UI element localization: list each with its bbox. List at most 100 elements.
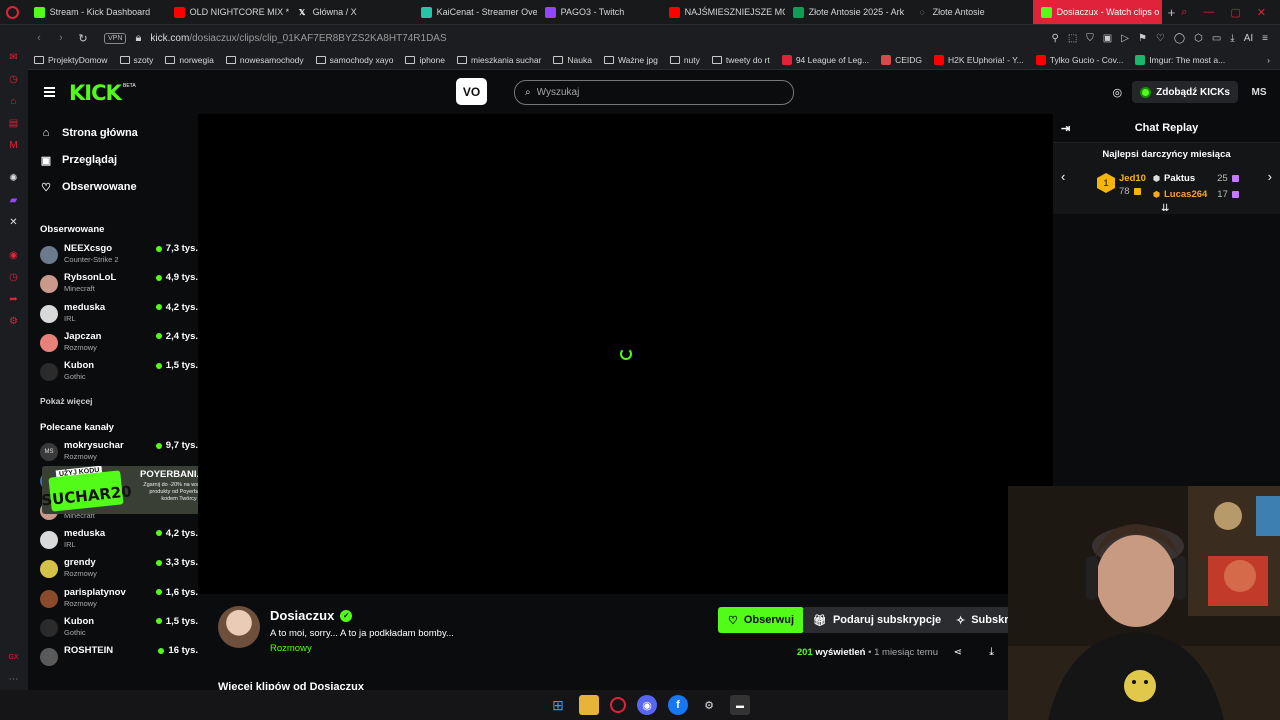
bookmark-icon[interactable]: ⚑	[1138, 33, 1147, 44]
search-input[interactable]	[536, 87, 767, 98]
donor-entry[interactable]: ⬢ Lucas264 17	[1153, 189, 1239, 200]
steam-icon[interactable]: ⚙	[699, 695, 719, 715]
channel-item[interactable]: parisplatynov Rozmowy 1,6 tys.	[40, 587, 198, 613]
image-icon[interactable]: ▣	[1103, 33, 1112, 44]
browser-tab[interactable]: Dosiaczux - Watch clips o✕	[1032, 0, 1162, 24]
heart-icon[interactable]: ♡	[1156, 33, 1165, 44]
share-icon[interactable]: ⋖	[954, 647, 962, 658]
minimize-icon[interactable]: —	[1203, 6, 1214, 19]
menu-icon[interactable]: ≡	[1262, 33, 1268, 44]
notifications-icon[interactable]: ◎	[1113, 86, 1123, 99]
gift-sub-button[interactable]: 🎁︎ Podaruj subskrypcje	[803, 607, 952, 633]
twitch-sidebar-icon[interactable]: ▰	[7, 194, 20, 207]
clock-icon[interactable]: ◷	[7, 271, 20, 284]
chat-sidebar-icon[interactable]: ▤	[7, 117, 20, 130]
nav-heart[interactable]: ♡ Obserwowane	[40, 181, 137, 194]
next-donors-icon[interactable]: ›	[1268, 169, 1272, 184]
wallet-icon[interactable]: ▭	[1212, 33, 1221, 44]
bookmark-item[interactable]: Ważne jpg	[598, 55, 664, 65]
bookmark-item[interactable]: nowesamochody	[220, 55, 310, 65]
browser-tab[interactable]: NAJŚMIESZNIEJSZE MO	[661, 0, 785, 24]
channel-item[interactable]: Japczan Rozmowy 2,4 tys.	[40, 331, 198, 357]
browser-tab[interactable]: Stream - Kick Dashboard	[26, 0, 166, 24]
reload-icon[interactable]: ↻	[72, 32, 94, 45]
opera-logo-icon[interactable]	[0, 0, 26, 24]
bookmark-item[interactable]: iphone	[399, 55, 451, 65]
bookmark-item[interactable]: nuty	[664, 55, 706, 65]
bookmark-item[interactable]: mieszkania suchar	[451, 55, 547, 65]
channel-item[interactable]: grendy Rozmowy 3,3 tys.	[40, 557, 198, 583]
hamburger-menu-icon[interactable]	[44, 87, 55, 97]
channel-item[interactable]: MS mokrysuchar Rozmowy 9,7 tys.	[40, 440, 198, 466]
mail-sidebar-icon[interactable]: M	[7, 139, 20, 152]
opera-gx-taskbar-icon[interactable]	[610, 697, 626, 713]
bookmark-item[interactable]: norwegia	[159, 55, 220, 65]
channel-item[interactable]: RybsonLoLMinecraft 4,9 tys.	[40, 272, 198, 298]
collapse-chat-icon[interactable]: ⇥	[1061, 122, 1070, 135]
channel-avatar[interactable]	[218, 606, 260, 648]
profile-icon[interactable]: ◯	[1174, 33, 1185, 44]
follow-button[interactable]: ♡ Obserwuj	[718, 607, 804, 633]
player-icon[interactable]: ◉	[7, 249, 20, 262]
snapshot-icon[interactable]: ⬚	[1068, 33, 1077, 44]
search-tabs-icon[interactable]: ⌕	[1181, 6, 1187, 19]
browser-tab[interactable]: ◌ Złote Antosie	[909, 0, 1033, 24]
browser-tab[interactable]: 𝕏 Główna / X	[289, 0, 413, 24]
ai-icon[interactable]: AI	[1244, 33, 1253, 44]
messenger-icon[interactable]: ✉	[7, 51, 20, 64]
forward-icon[interactable]: ›	[50, 32, 72, 44]
windows-start-icon[interactable]: ⊞	[548, 695, 568, 715]
vod-button[interactable]: VO	[456, 78, 487, 105]
discord-icon[interactable]: ◉	[637, 695, 657, 715]
user-avatar[interactable]: MS	[1248, 87, 1270, 98]
channel-item[interactable]: meduska IRL 4,2 tys.	[40, 528, 198, 554]
bookmark-item[interactable]: Imgur: The most a...	[1129, 55, 1231, 65]
scroll-to-latest-icon[interactable]: ⇊	[1161, 203, 1169, 214]
donor-entry[interactable]: ⬢ Paktus 25	[1153, 173, 1239, 184]
nav-browse[interactable]: ▣ Przeglądaj	[40, 154, 117, 167]
back-icon[interactable]: ‹	[28, 32, 50, 44]
file-explorer-icon[interactable]	[579, 695, 599, 715]
more-icon[interactable]: ⋯	[7, 673, 20, 686]
bookmark-item[interactable]: tweety do rt	[706, 55, 776, 65]
subscribe-button[interactable]: ✧ Subskry	[946, 607, 1008, 633]
bookmark-item[interactable]: szoty	[114, 55, 160, 65]
wallet-sidebar-icon[interactable]: ⌂	[7, 95, 20, 108]
download-clip-icon[interactable]: ⤓	[989, 646, 994, 659]
shield-icon[interactable]: ⛉	[1086, 33, 1094, 44]
bookmark-item[interactable]: Tylko Gucio - Cov...	[1030, 55, 1130, 65]
sponsor-ad-banner[interactable]: UŻYJ KODU SUCHAR20 POYERBANI.PL Zgarnij …	[42, 466, 198, 514]
play-icon[interactable]: ▷	[1121, 33, 1129, 44]
extensions-icon[interactable]: ⬡	[1194, 33, 1203, 44]
bookmarks-overflow-icon[interactable]: ›	[1261, 55, 1280, 65]
bookmark-item[interactable]: Nauka	[547, 55, 598, 65]
history-icon[interactable]: ◷	[7, 73, 20, 86]
terminal-icon[interactable]: ▬	[730, 695, 750, 715]
gx-icon[interactable]: GX	[7, 651, 20, 664]
bookmark-item[interactable]: 94 League of Leg...	[776, 55, 875, 65]
nav-home[interactable]: ⌂ Strona główna	[40, 127, 138, 139]
clip-category[interactable]: Rozmowy	[270, 643, 312, 654]
browser-tab[interactable]: PAGO3 - Twitch	[537, 0, 661, 24]
channel-item[interactable]: Kubon Gothic 1,5 tys.	[40, 616, 198, 642]
kick-logo[interactable]: KICK	[69, 81, 122, 105]
browser-tab[interactable]: KaiCenat - Streamer Ove	[413, 0, 537, 24]
show-more-link[interactable]: Pokaż więcej	[40, 396, 92, 406]
channel-item[interactable]: NEEXcsgo Counter-Strike 2 7,3 tys.	[40, 243, 198, 269]
pin-icon[interactable]: ⚲	[1052, 33, 1059, 44]
flow-icon[interactable]: ➦	[7, 293, 20, 306]
maximize-icon[interactable]: ▢	[1230, 6, 1240, 19]
facebook-icon[interactable]: f	[668, 695, 688, 715]
search-box[interactable]: ⌕	[514, 80, 794, 105]
browser-tab[interactable]: OLD NIGHTCORE MIX *20	[166, 0, 289, 24]
prev-donors-icon[interactable]: ‹	[1061, 169, 1065, 184]
x-sidebar-icon[interactable]: ✕	[7, 216, 20, 229]
get-kicks-button[interactable]: Zdobądź KICKs	[1132, 81, 1238, 103]
chatgpt-icon[interactable]: ✺	[7, 172, 20, 185]
download-icon[interactable]: ⤓	[1230, 33, 1234, 44]
settings-icon[interactable]: ⚙	[7, 315, 20, 328]
channel-name[interactable]: Dosiaczux	[270, 608, 334, 623]
top-donor-name[interactable]: Jed10	[1119, 173, 1146, 184]
bookmark-item[interactable]: samochody xayo	[310, 55, 400, 65]
bookmark-item[interactable]: CEIDG	[875, 55, 928, 65]
